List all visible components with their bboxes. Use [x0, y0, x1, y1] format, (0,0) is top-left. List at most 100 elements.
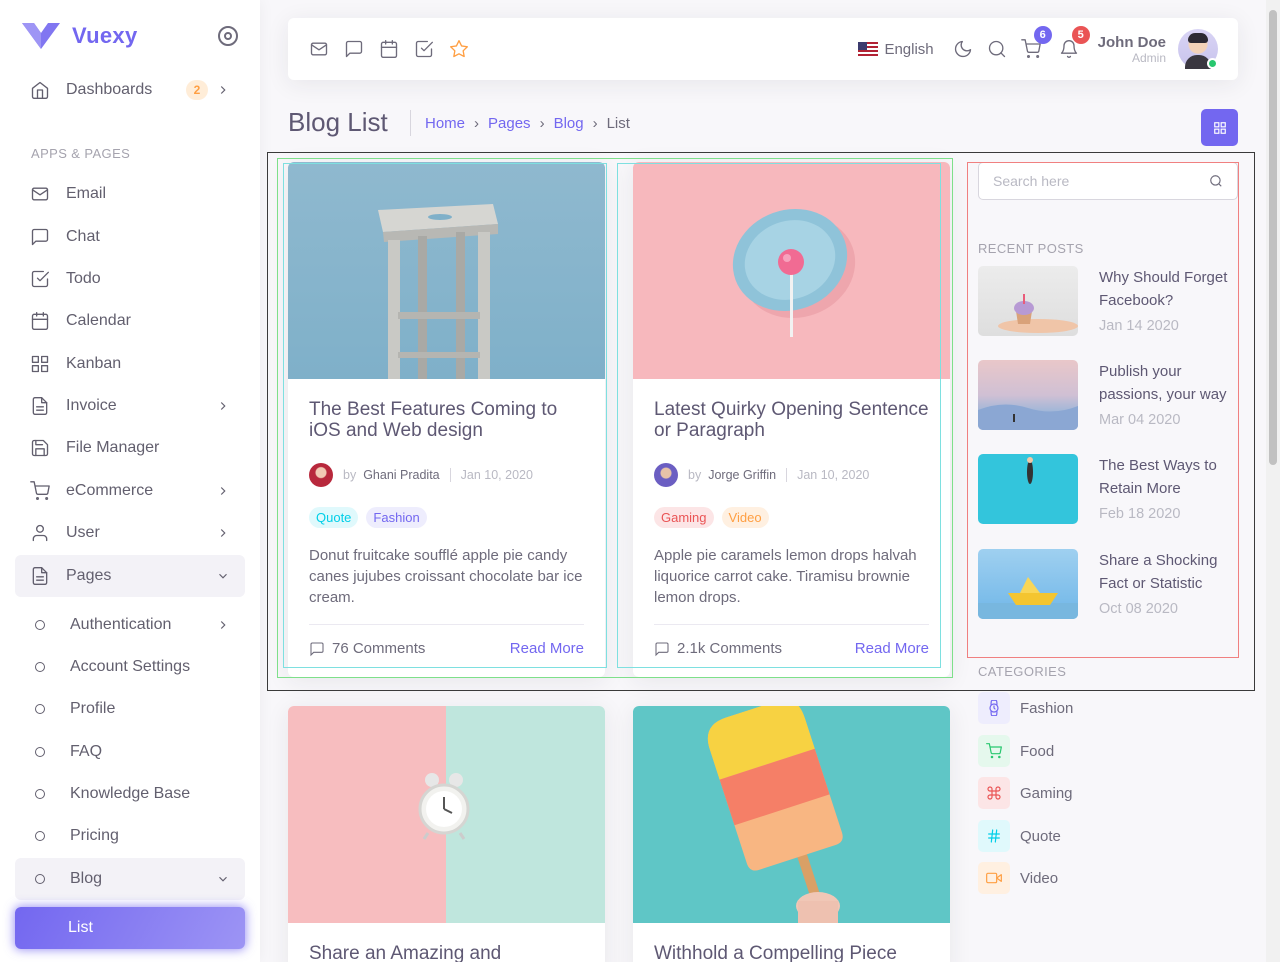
- blog-card-image-lollipop[interactable]: [633, 162, 950, 379]
- calendar-icon: [30, 311, 50, 331]
- sidebar-item-dashboards[interactable]: Dashboards 2: [15, 69, 245, 111]
- tag-badge[interactable]: Fashion: [366, 507, 427, 528]
- sidebar-item-user[interactable]: User: [15, 512, 245, 554]
- chevron-right-icon: [216, 399, 230, 413]
- breadcrumb-pages[interactable]: Pages: [488, 115, 531, 132]
- paper-boat-image: [978, 577, 1078, 619]
- notification-count-badge: 5: [1071, 26, 1090, 44]
- sidebar-subitem-account-settings[interactable]: Account Settings: [15, 646, 245, 688]
- circle-icon: [35, 874, 45, 884]
- sea-landscape-image: [978, 404, 1078, 430]
- recent-post-item[interactable]: Share a Shocking Fact or Statistic Oct 0…: [978, 549, 1240, 629]
- breadcrumb-home[interactable]: Home: [425, 115, 465, 132]
- recent-post-item[interactable]: Publish your passions, your way Mar 04 2…: [978, 360, 1240, 440]
- blog-card-image-clock[interactable]: [288, 706, 605, 923]
- blog-card-image-stool[interactable]: [288, 162, 605, 379]
- tag-badge[interactable]: Video: [721, 507, 769, 528]
- blog-card-excerpt: Donut fruitcake soufflé apple pie candy …: [309, 547, 583, 606]
- sidebar-subitem-profile[interactable]: Profile: [15, 688, 245, 730]
- recent-post-thumbnail[interactable]: [978, 549, 1078, 619]
- sidebar-item-label: Account Settings: [70, 658, 191, 675]
- sidebar-item-email[interactable]: Email: [15, 173, 245, 215]
- blog-card-title[interactable]: Share an Amazing and: [309, 943, 584, 962]
- comments-link[interactable]: 2.1k Comments: [654, 640, 782, 657]
- sidebar-subitem-knowledge-base[interactable]: Knowledge Base: [15, 773, 245, 815]
- sidebar-subitem-faq[interactable]: FAQ: [15, 731, 245, 773]
- blog-card-title[interactable]: The Best Features Coming to iOS and Web …: [309, 399, 584, 441]
- message-square-icon[interactable]: [343, 38, 365, 60]
- category-fashion[interactable]: Fashion: [978, 692, 1073, 724]
- circle-icon: [35, 789, 45, 799]
- recent-post-title[interactable]: The Best Ways to Retain More: [1099, 454, 1240, 500]
- recent-post-item[interactable]: Why Should Forget Facebook? Jan 14 2020: [978, 266, 1240, 346]
- brand-name[interactable]: Vuexy: [72, 23, 138, 49]
- sidebar-item-label: Calendar: [66, 312, 131, 329]
- sidebar-subitem-authentication[interactable]: Authentication: [15, 604, 245, 646]
- moon-icon[interactable]: [952, 38, 974, 60]
- calendar-icon[interactable]: [378, 38, 400, 60]
- author-name[interactable]: Ghani Pradita: [363, 468, 439, 482]
- user-role: Admin: [1131, 50, 1166, 65]
- bell-icon[interactable]: 5: [1058, 26, 1090, 60]
- video-icon: [978, 862, 1010, 894]
- chevron-right-icon: [216, 618, 230, 632]
- sidebar-item-kanban[interactable]: Kanban: [15, 343, 245, 385]
- comments-link[interactable]: 76 Comments: [309, 640, 425, 657]
- recent-post-thumbnail[interactable]: [978, 266, 1078, 336]
- sidebar-item-calendar[interactable]: Calendar: [15, 300, 245, 342]
- search-icon[interactable]: [1209, 174, 1223, 188]
- blog-card-title[interactable]: Withhold a Compelling Piece: [654, 943, 929, 962]
- blog-card-image-popsicle[interactable]: [633, 706, 950, 923]
- check-square-icon[interactable]: [413, 38, 435, 60]
- language-label: English: [884, 40, 934, 58]
- message-square-icon: [310, 641, 324, 656]
- tag-badge[interactable]: Gaming: [654, 507, 714, 528]
- recent-post-title[interactable]: Publish your passions, your way: [1099, 360, 1240, 406]
- sidebar-collapse-icon[interactable]: [218, 26, 238, 46]
- page-scrollbar[interactable]: [1266, 0, 1280, 962]
- tag-badge[interactable]: Quote: [309, 507, 359, 528]
- circle-icon: [35, 620, 45, 630]
- sidebar-item-file-manager[interactable]: File Manager: [15, 427, 245, 469]
- star-icon[interactable]: [448, 38, 470, 60]
- brand: Vuexy: [0, 0, 260, 72]
- read-more-link[interactable]: Read More: [510, 640, 584, 657]
- avatar[interactable]: [1178, 29, 1218, 69]
- sidebar-item-chat[interactable]: Chat: [15, 216, 245, 258]
- language-dropdown[interactable]: English: [858, 40, 934, 58]
- sidebar-item-label: Todo: [66, 270, 101, 287]
- read-more-link[interactable]: Read More: [855, 640, 929, 657]
- breadcrumb-blog[interactable]: Blog: [554, 115, 584, 132]
- category-video[interactable]: Video: [978, 862, 1058, 894]
- recent-post-title[interactable]: Why Should Forget Facebook?: [1099, 266, 1240, 312]
- sidebar-subitem-blog[interactable]: Blog: [15, 858, 245, 900]
- sidebar-item-todo[interactable]: Todo: [15, 258, 245, 300]
- recent-post-date: Oct 08 2020: [1099, 601, 1178, 617]
- sidebar-item-pages[interactable]: Pages: [15, 555, 245, 597]
- recent-post-title[interactable]: Share a Shocking Fact or Statistic: [1099, 549, 1240, 595]
- scrollbar-thumb[interactable]: [1269, 10, 1277, 465]
- blog-search-input[interactable]: Search here: [978, 162, 1238, 200]
- dashboards-badge: 2: [186, 80, 208, 100]
- cupcake-image: [998, 294, 1078, 333]
- category-quote[interactable]: Quote: [978, 820, 1061, 852]
- main-sidebar: Vuexy Dashboards 2 APPS & PAGES Email Ch…: [0, 0, 260, 962]
- recent-post-thumbnail[interactable]: [978, 360, 1078, 430]
- blog-card-title[interactable]: Latest Quirky Opening Sentence or Paragr…: [654, 399, 929, 441]
- recent-post-item[interactable]: The Best Ways to Retain More Feb 18 2020: [978, 454, 1240, 534]
- category-gaming[interactable]: Gaming: [978, 777, 1073, 809]
- mail-icon[interactable]: [308, 38, 330, 60]
- sidebar-item-label: List: [68, 919, 93, 936]
- grid-view-button[interactable]: [1201, 109, 1238, 146]
- sidebar-subitem-pricing[interactable]: Pricing: [15, 815, 245, 857]
- sidebar-item-invoice[interactable]: Invoice: [15, 385, 245, 427]
- search-icon[interactable]: [986, 38, 1008, 60]
- sidebar-subitem-list[interactable]: List: [15, 907, 245, 949]
- sidebar-item-ecommerce[interactable]: eCommerce: [15, 470, 245, 512]
- sidebar-item-label: Kanban: [66, 355, 122, 372]
- author-name[interactable]: Jorge Griffin: [708, 468, 776, 482]
- category-food[interactable]: Food: [978, 735, 1054, 767]
- recent-post-thumbnail[interactable]: [978, 454, 1078, 524]
- user-dropdown[interactable]: John Doe Admin: [1098, 29, 1218, 69]
- shopping-cart-icon[interactable]: 6: [1020, 26, 1052, 60]
